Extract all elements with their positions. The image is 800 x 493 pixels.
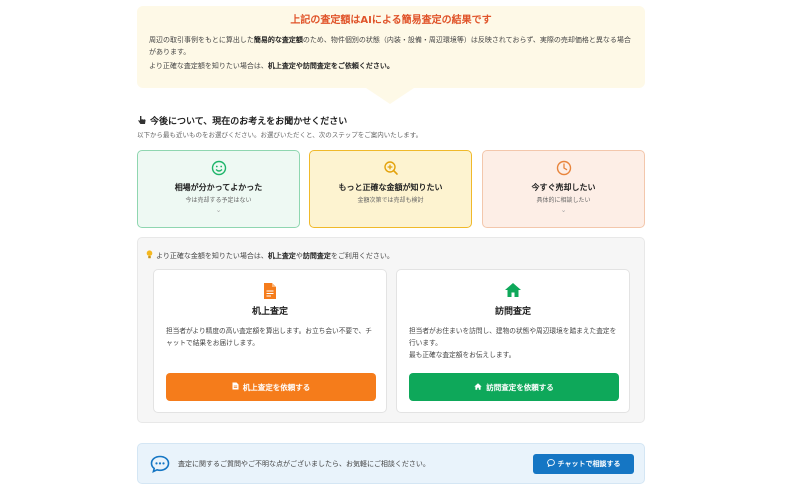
notice-body-bold: 簡易的な査定額 bbox=[253, 36, 303, 44]
button-label: チャットで相談する bbox=[557, 460, 621, 468]
chat-bubble-icon bbox=[546, 459, 555, 469]
option-title: 今すぐ売却したい bbox=[531, 183, 596, 192]
panel-note-pre: より正確な金額を知りたい場合は、 bbox=[156, 252, 268, 260]
desk-valuation-card: 机上査定 担当者がより精度の高い査定額を算出します。お立ち会い不要で、チャットで… bbox=[153, 269, 387, 413]
option-subtitle: 今は売却する予定はない bbox=[185, 197, 252, 204]
card-title: 訪問査定 bbox=[494, 307, 531, 317]
contact-text: 査定に関するご質問やご不明な点がございましたら、お気軽にご相談ください。 bbox=[178, 460, 430, 468]
option-sell-now[interactable]: 今すぐ売却したい 具体的に相談したい ⌄ bbox=[482, 150, 645, 228]
option-title: 相場が分かってよかった bbox=[174, 183, 263, 192]
smile-icon bbox=[211, 160, 227, 176]
button-label: 訪問査定を依頼する bbox=[486, 382, 554, 392]
card-description: 担当者がより精度の高い査定額を算出します。お立ち会い不要で、チャットで結果をお届… bbox=[166, 327, 372, 347]
notice-arrow bbox=[366, 88, 414, 104]
question-title: 今後について、現在のお考えをお聞かせください bbox=[137, 115, 347, 129]
document-icon bbox=[232, 382, 239, 392]
chevron-down-icon: ⌄ bbox=[215, 206, 222, 214]
notice-body-pre: 周辺の取引事例をもとに算出した bbox=[149, 36, 254, 44]
contact-bar: 査定に関するご質問やご不明な点がございましたら、お気軽にご相談ください。 チャッ… bbox=[137, 443, 645, 484]
question-title-text: 今後について、現在のお考えをお聞かせください bbox=[150, 117, 348, 127]
panel-note-bold-2: 訪問査定 bbox=[302, 252, 331, 260]
option-subtitle: 具体的に相談したい bbox=[536, 197, 591, 204]
button-label: 机上査定を依頼する bbox=[242, 382, 311, 392]
option-want-accurate-price[interactable]: もっと正確な金額が知りたい 金額次第では売却も検討 bbox=[309, 150, 472, 228]
option-market-price-understood[interactable]: 相場が分かってよかった 今は売却する予定はない ⌄ bbox=[137, 150, 300, 228]
zoom-in-icon bbox=[383, 160, 399, 176]
notice-body-2: より正確な査定額を知りたい場合は、机上査定や訪問査定をご依頼ください。 bbox=[149, 60, 633, 72]
option-title: もっと正確な金額が知りたい bbox=[338, 183, 443, 192]
chat-consult-button[interactable]: チャットで相談する bbox=[533, 454, 634, 474]
panel-note-bold-1: 机上査定 bbox=[267, 252, 296, 260]
panel-note: より正確な金額を知りたい場合は、机上査定や訪問査定をご利用ください。 bbox=[146, 250, 394, 262]
clock-icon bbox=[556, 160, 572, 176]
home-icon bbox=[474, 382, 482, 392]
chevron-down-icon: ⌄ bbox=[560, 206, 567, 214]
document-icon bbox=[154, 282, 386, 300]
notice-title: 上記の査定額はAIによる簡易査定の結果です bbox=[290, 15, 492, 26]
panel-note-post: をご利用ください。 bbox=[330, 252, 394, 260]
notice-body2-pre: より正確な査定額を知りたい場合は、 bbox=[149, 62, 268, 70]
card-description: 担当者がお住まいを訪問し、建物の状態や周辺環境を踏まえた査定を行います。 最も正… bbox=[409, 327, 617, 359]
ai-estimate-notice: 上記の査定額はAIによる簡易査定の結果です 周辺の取引事例をもとに算出した簡易的… bbox=[137, 6, 645, 88]
home-icon bbox=[397, 282, 629, 298]
question-subtitle: 以下から最も近いものをお選びください。お選びいただくと、次のステップをご案内いた… bbox=[137, 131, 423, 139]
notice-body2-bold: 机上査定や訪問査定をご依頼ください。 bbox=[267, 62, 394, 70]
request-visit-valuation-button[interactable]: 訪問査定を依頼する bbox=[409, 373, 619, 401]
visit-valuation-card: 訪問査定 担当者がお住まいを訪問し、建物の状態や周辺環境を踏まえた査定を行います… bbox=[396, 269, 630, 413]
panel-note-mid: や bbox=[295, 252, 303, 260]
lightbulb-icon bbox=[146, 250, 153, 262]
valuation-methods-panel: より正確な金額を知りたい場合は、机上査定や訪問査定をご利用ください。 机上査定 … bbox=[137, 237, 645, 423]
notice-body: 周辺の取引事例をもとに算出した簡易的な査定額のため、物件個別の状態（内装・設備・… bbox=[149, 34, 633, 58]
chat-bubble-icon bbox=[150, 455, 170, 477]
card-title: 机上査定 bbox=[251, 307, 288, 317]
option-subtitle: 金額次第では売却も検討 bbox=[357, 197, 424, 204]
request-desk-valuation-button[interactable]: 机上査定を依頼する bbox=[166, 373, 376, 401]
pointing-hand-icon bbox=[137, 115, 147, 129]
